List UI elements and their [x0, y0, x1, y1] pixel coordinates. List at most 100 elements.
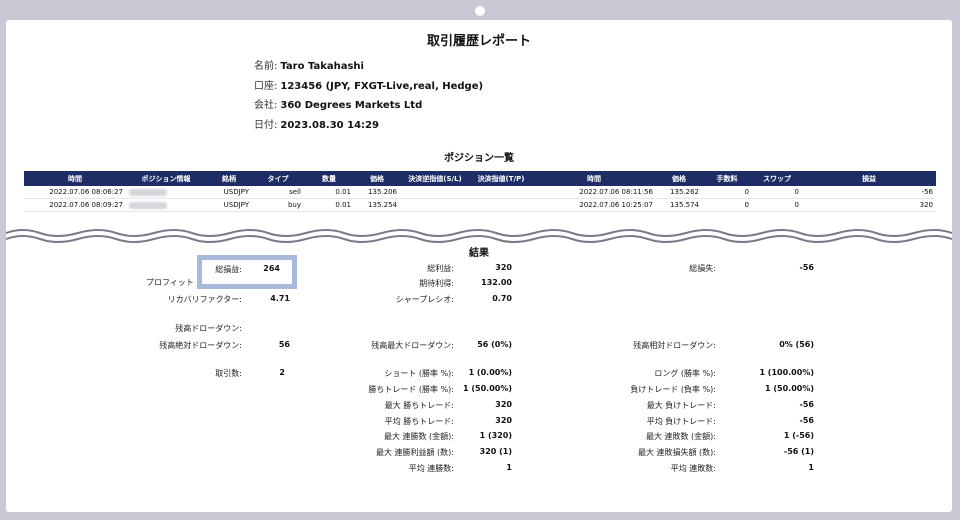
short-value: 1 (0.00%)	[468, 368, 512, 377]
cell-close-time: 2022.07.06 10:25:07	[532, 198, 656, 212]
cell-tp	[470, 186, 532, 199]
report-title: 取引履歴レポート	[426, 34, 531, 49]
total-trades-value: 2	[279, 368, 285, 377]
cell-symbol: USDJPY	[206, 198, 252, 212]
col-header: 損益	[802, 171, 936, 186]
loss-trades-value: 1 (50.00%)	[765, 384, 814, 393]
info-name: 名前: Taro Takahashi	[254, 61, 364, 72]
redacted-id	[129, 188, 167, 196]
avg-loss-label: 平均 負けトレード:	[646, 417, 716, 426]
col-header: タイプ	[252, 171, 304, 186]
sharpe-value: 0.70	[492, 294, 512, 303]
positions-table: 時間 ポジション情報 銘柄 タイプ 数量 価格 決済逆指値(S/L) 決済指値(…	[24, 171, 936, 212]
cell-close-time: 2022.07.06 08:11:56	[532, 186, 656, 199]
cell-type: buy	[252, 198, 304, 212]
redacted-id	[129, 201, 167, 209]
info-account: 口座: 123456 (JPY, FXGT-Live,real, Hedge)	[254, 81, 484, 92]
cell-position-info	[126, 198, 206, 212]
max-win-value: 320	[495, 400, 512, 409]
max-cons-loss-value: 1 (-56)	[783, 431, 814, 440]
avg-cons-loss-label: 平均 連敗数:	[670, 464, 716, 473]
cell-tp	[470, 198, 532, 212]
cell-type: sell	[252, 186, 304, 199]
expected-payoff-label: 期待利得:	[419, 279, 454, 288]
rel-dd-value: 0% (56)	[779, 340, 814, 349]
avg-cons-win-label: 平均 連勝数:	[408, 464, 454, 473]
cell-sl	[400, 198, 470, 212]
max-dd-value: 56 (0%)	[477, 340, 512, 349]
col-header: 価格	[354, 171, 400, 186]
col-header: 決済指値(T/P)	[470, 171, 532, 186]
table-row: 2022.07.06 08:06:27 USDJPY sell 0.01 135…	[24, 186, 936, 199]
avg-win-label: 平均 勝ちトレード:	[384, 417, 454, 426]
cell-volume: 0.01	[304, 186, 354, 199]
table-row: 2022.07.06 08:09:27 USDJPY buy 0.01 135.…	[24, 198, 936, 212]
col-header: ポジション情報	[126, 171, 206, 186]
window-dot	[475, 6, 485, 16]
max-dd-label: 残高最大ドローダウン:	[371, 341, 454, 350]
abs-dd-label: 残高絶対ドローダウン:	[159, 341, 242, 350]
max-cons-lossamt-value: -56 (1)	[783, 447, 814, 456]
expected-payoff-value: 132.00	[481, 278, 512, 287]
max-cons-profit-label: 最大 連勝利益額 (数):	[375, 448, 454, 457]
gross-profit-value: 320	[495, 263, 512, 272]
rel-dd-label: 残高相対ドローダウン:	[633, 341, 716, 350]
cell-close-price: 135.574	[656, 198, 702, 212]
avg-loss-value: -56	[799, 416, 814, 425]
col-header: 銘柄	[206, 171, 252, 186]
cell-price: 135.206	[354, 186, 400, 199]
max-cons-win-value: 1 (320)	[479, 431, 512, 440]
recovery-factor-label: リカバリファクター:	[167, 295, 242, 304]
cell-commission: 0	[702, 198, 752, 212]
win-trades-value: 1 (50.00%)	[463, 384, 512, 393]
net-profit-label: 総損益:	[215, 265, 242, 274]
win-trades-label: 勝ちトレード (勝率 %):	[368, 385, 454, 394]
cell-swap: 0	[752, 198, 802, 212]
results-title: 結果	[469, 248, 489, 259]
positions-title: ポジション一覧	[444, 153, 514, 164]
cell-swap: 0	[752, 186, 802, 199]
gross-loss-label: 総損失:	[689, 264, 716, 273]
cell-profit: 320	[802, 198, 936, 212]
max-loss-value: -56	[799, 400, 814, 409]
col-header: 価格	[656, 171, 702, 186]
max-loss-label: 最大 負けトレード:	[646, 401, 716, 410]
max-cons-win-label: 最大 連勝数 (金額):	[383, 432, 454, 441]
positions-header-row: 時間 ポジション情報 銘柄 タイプ 数量 価格 決済逆指値(S/L) 決済指値(…	[24, 171, 936, 186]
gross-profit-label: 総利益:	[427, 264, 454, 273]
cell-commission: 0	[702, 186, 752, 199]
avg-cons-win-value: 1	[506, 463, 512, 472]
max-cons-lossamt-label: 最大 連敗損失額 (数):	[637, 448, 716, 457]
total-trades-label: 取引数:	[215, 369, 242, 378]
col-header: 時間	[24, 171, 126, 186]
loss-trades-label: 負けトレード (負率 %):	[630, 385, 716, 394]
abs-dd-value: 56	[278, 340, 290, 349]
info-company: 会社: 360 Degrees Markets Ltd	[254, 100, 423, 111]
long-label: ロング (勝率 %):	[654, 369, 716, 378]
balance-dd-label: 残高ドローダウン:	[175, 324, 242, 333]
short-label: ショート (勝率 %):	[384, 369, 454, 378]
cell-close-price: 135.262	[656, 186, 702, 199]
col-header: スワップ	[752, 171, 802, 186]
max-cons-loss-label: 最大 連敗数 (金額):	[645, 432, 716, 441]
recovery-factor-value: 4.71	[270, 294, 290, 303]
report-page: 取引履歴レポート 名前: Taro Takahashi 口座: 123456 (JP…	[6, 20, 952, 512]
cell-symbol: USDJPY	[206, 186, 252, 199]
max-win-label: 最大 勝ちトレード:	[384, 401, 454, 410]
col-header: 時間	[532, 171, 656, 186]
cell-open-time: 2022.07.06 08:09:27	[24, 198, 126, 212]
net-profit-value: 264	[263, 264, 280, 273]
cell-profit: -56	[802, 186, 936, 199]
profit-factor-label: プロフィット	[146, 278, 194, 287]
col-header: 数量	[304, 171, 354, 186]
avg-cons-loss-value: 1	[808, 463, 814, 472]
col-header: 決済逆指値(S/L)	[400, 171, 470, 186]
cell-open-time: 2022.07.06 08:06:27	[24, 186, 126, 199]
gross-loss-value: -56	[799, 263, 814, 272]
long-value: 1 (100.00%)	[759, 368, 814, 377]
max-cons-profit-value: 320 (1)	[479, 447, 512, 456]
sharpe-label: シャープレシオ:	[395, 295, 454, 304]
cell-price: 135.254	[354, 198, 400, 212]
avg-win-value: 320	[495, 416, 512, 425]
col-header: 手数料	[702, 171, 752, 186]
